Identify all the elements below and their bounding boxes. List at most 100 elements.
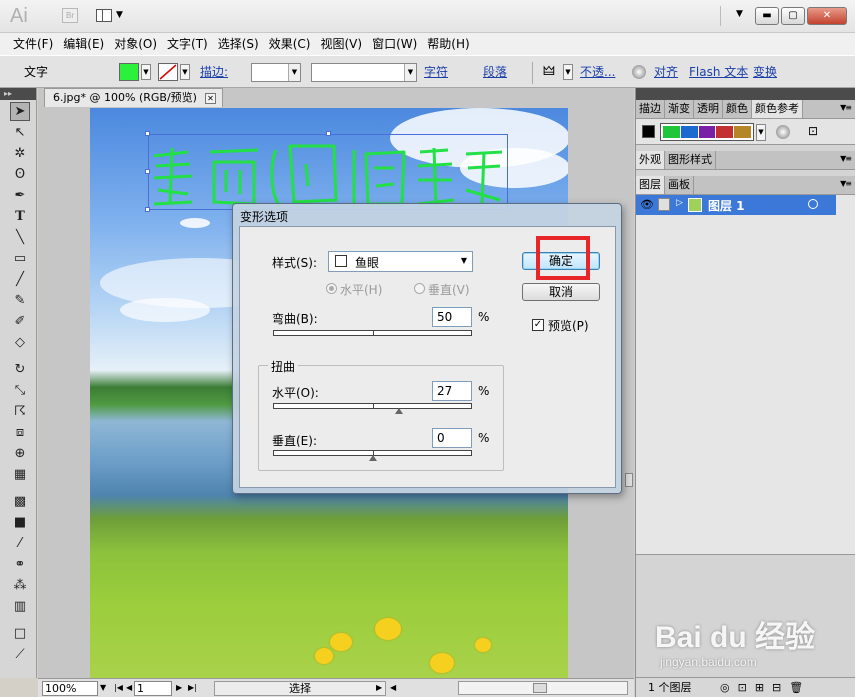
horizontal-radio[interactable] [326, 283, 337, 294]
harmony-color-strip[interactable] [660, 123, 754, 141]
paragraph-link[interactable]: 段落 [483, 56, 507, 88]
last-artboard-icon[interactable]: ▶| [188, 681, 197, 696]
maximize-button[interactable]: ▢ [781, 7, 805, 25]
style-bucket-icon[interactable]: 🜲 [543, 56, 555, 88]
bend-input[interactable]: 50 [432, 307, 472, 327]
distort-vertical-input[interactable]: 0 [432, 428, 472, 448]
tab-color[interactable]: 颜色 [723, 100, 752, 118]
warp-tool-icon[interactable]: ☈ [10, 402, 30, 421]
harmony-dropdown[interactable]: ▼ [756, 124, 766, 141]
distort-horizontal-slider[interactable] [273, 403, 472, 414]
recolor-icon[interactable] [632, 65, 646, 79]
selection-handle[interactable] [145, 131, 150, 136]
lasso-tool-icon[interactable]: ʘ [10, 165, 30, 184]
stroke-dropdown[interactable]: ▼ [180, 64, 190, 80]
line-tool-icon[interactable]: ╲ [10, 228, 30, 247]
harmony-swatch[interactable] [716, 126, 734, 138]
close-icon[interactable]: ✕ [204, 92, 216, 104]
vertical-radio[interactable] [414, 283, 425, 294]
bend-slider[interactable] [273, 330, 472, 336]
minimize-button[interactable]: ▬ [755, 7, 779, 25]
scale-tool-icon[interactable]: ⤡ [10, 381, 30, 400]
menu-edit[interactable]: 编辑(E) [58, 34, 109, 54]
tab-color-guide[interactable]: 颜色参考 [752, 100, 803, 118]
tools-panel-grip[interactable]: ▸▸ [0, 88, 36, 100]
menu-object[interactable]: 对象(O) [109, 34, 162, 54]
layer-target-icon[interactable] [808, 199, 818, 209]
layer-actions-icons[interactable]: ◎⊡⊞⊟🗑 [720, 678, 811, 697]
blend-tool-icon[interactable]: ⚭ [10, 555, 30, 574]
distort-vertical-slider[interactable] [273, 450, 472, 461]
stroke-weight-input[interactable]: ▼ [251, 63, 301, 82]
type-tool-icon[interactable]: T [10, 207, 30, 226]
perspective-grid-tool-icon[interactable]: ▦ [10, 465, 30, 484]
mesh-tool-icon[interactable]: ▩ [10, 492, 30, 511]
column-graph-tool-icon[interactable]: ▥ [10, 597, 30, 616]
artboard-number-field[interactable]: 1 [134, 681, 172, 696]
flash-text-link[interactable]: Flash 文本 [689, 56, 748, 88]
fill-dropdown[interactable]: ▼ [141, 64, 151, 80]
next-artboard-icon[interactable]: ▶ [176, 681, 182, 696]
selection-handle[interactable] [145, 169, 150, 174]
tab-transparency[interactable]: 透明 [694, 100, 723, 118]
harmony-swatch[interactable] [734, 126, 751, 138]
gradient-tool-icon[interactable]: ■ [10, 513, 30, 532]
symbol-sprayer-tool-icon[interactable]: ⁂ [10, 576, 30, 595]
distort-horizontal-slider-thumb[interactable] [395, 408, 404, 414]
transform-link[interactable]: 变换 [753, 56, 777, 88]
panel-menu-icon[interactable]: ▼≡ [840, 179, 852, 188]
stroke-color-swatch[interactable] [158, 63, 178, 81]
base-color-swatch[interactable] [642, 125, 655, 138]
character-link[interactable]: 字符 [424, 56, 448, 88]
tab-graphic-styles[interactable]: 图形样式 [665, 151, 716, 169]
font-family-input[interactable]: ▼ [311, 63, 417, 82]
menu-effect[interactable]: 效果(C) [264, 34, 316, 54]
tab-appearance[interactable]: 外观 [636, 151, 665, 169]
menu-select[interactable]: 选择(S) [213, 34, 264, 54]
menu-type[interactable]: 文字(T) [162, 34, 213, 54]
style-select[interactable]: 鱼眼 ▼ [328, 251, 473, 272]
eraser-tool-icon[interactable]: ◇ [10, 333, 30, 352]
shape-builder-tool-icon[interactable]: ⊕ [10, 444, 30, 463]
first-artboard-icon[interactable]: |◀ [114, 681, 123, 696]
tab-stroke[interactable]: 描边 [636, 100, 665, 118]
arrange-documents-button[interactable]: ▼ [96, 8, 126, 24]
chevron-down-icon[interactable]: ▼ [100, 681, 106, 696]
horizontal-scroll-thumb[interactable] [533, 683, 547, 693]
tab-layers[interactable]: 图层 [636, 176, 665, 194]
close-button[interactable]: ✕ [807, 7, 847, 25]
magic-wand-tool-icon[interactable]: ✲ [10, 144, 30, 163]
artboard-tool-icon[interactable]: □ [10, 624, 30, 643]
document-tab[interactable]: 6.jpg* @ 100% (RGB/预览) ✕ [44, 88, 223, 107]
pencil-tool-icon[interactable]: ✎ [10, 291, 30, 310]
menu-help[interactable]: 帮助(H) [422, 34, 474, 54]
align-link[interactable]: 对齐 [654, 56, 678, 88]
lock-toggle[interactable] [658, 198, 670, 211]
status-mode-field[interactable]: 选择 [214, 681, 386, 696]
selection-handle[interactable] [326, 131, 331, 136]
pen-tool-icon[interactable]: ✒ [10, 186, 30, 205]
preview-checkbox[interactable]: ✓ [532, 319, 544, 331]
edit-colors-icon[interactable] [776, 125, 790, 139]
vertical-scroll-thumb[interactable] [625, 473, 633, 487]
status-menu-arrow-icon[interactable]: ▶ [376, 681, 382, 696]
paintbrush-tool-icon[interactable]: ╱ [10, 270, 30, 289]
panel-menu-icon[interactable]: ▼≡ [840, 154, 852, 163]
distort-horizontal-input[interactable]: 27 [432, 381, 472, 401]
tab-artboards[interactable]: 画板 [665, 176, 694, 194]
style-dropdown[interactable]: ▼ [563, 64, 573, 80]
menu-file[interactable]: 文件(F) [8, 34, 58, 54]
tab-gradient[interactable]: 渐变 [665, 100, 694, 118]
harmony-swatch[interactable] [680, 126, 698, 138]
scroll-left-icon[interactable]: ◀ [390, 681, 396, 696]
workspace-dropdown-icon[interactable]: ▼ [736, 9, 743, 19]
horizontal-scrollbar[interactable] [458, 681, 628, 695]
stroke-link[interactable]: 描边: [200, 56, 228, 88]
harmony-swatch[interactable] [663, 126, 680, 138]
rectangle-tool-icon[interactable]: ▭ [10, 249, 30, 268]
fill-color-swatch[interactable] [119, 63, 139, 81]
slice-tool-icon[interactable]: ⟋ [10, 645, 30, 664]
zoom-field[interactable]: 100% [42, 681, 98, 696]
bridge-button[interactable]: Br [62, 8, 78, 23]
save-color-group-icon[interactable]: ⊡ [808, 124, 818, 138]
